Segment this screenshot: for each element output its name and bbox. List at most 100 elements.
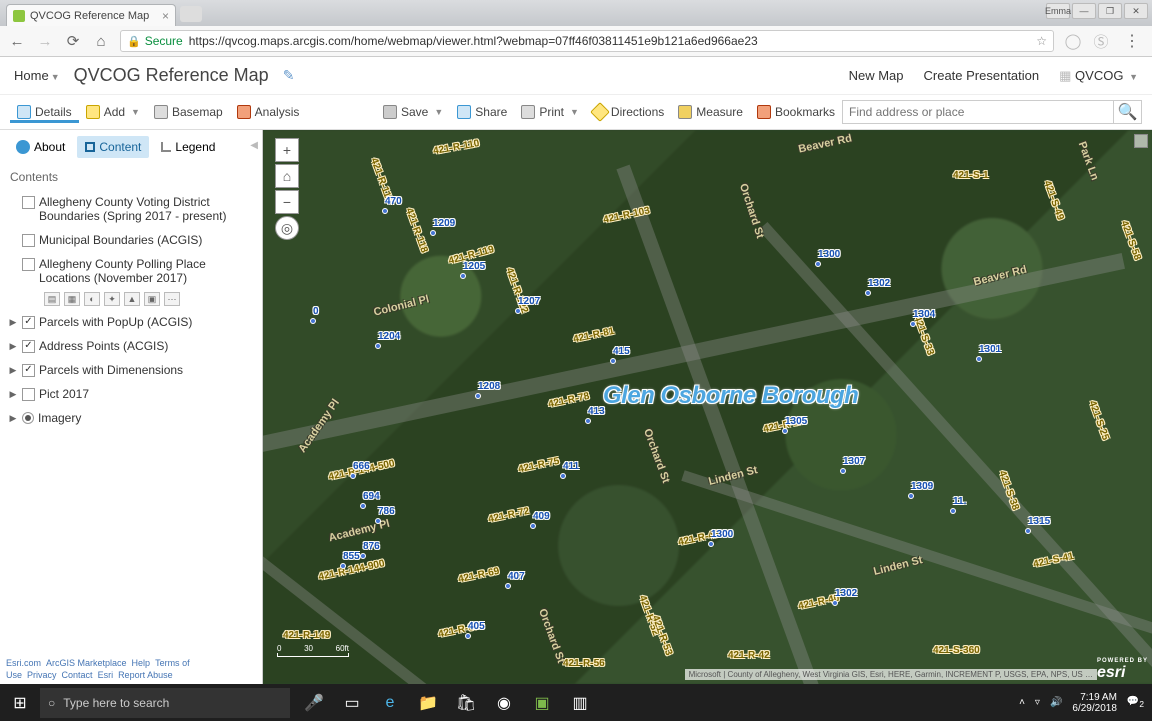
layer-radio[interactable] [22,412,34,424]
layer-item[interactable]: Municipal Boundaries (ACGIS) [6,228,256,252]
address-point[interactable] [382,208,388,214]
address-point[interactable] [976,356,982,362]
layer-checkbox[interactable] [22,196,35,209]
footer-link[interactable]: Esri [98,670,114,680]
user-chip[interactable]: Emma [1046,3,1070,19]
app-icon[interactable]: ▣ [524,684,560,721]
fullscreen-button[interactable] [1134,134,1148,148]
home-link[interactable]: Home▼ [14,67,60,85]
layer-checkbox[interactable] [22,388,35,401]
zoom-out-button[interactable]: − [275,190,299,214]
tool-icon[interactable]: ▣ [144,292,160,306]
address-point[interactable] [610,358,616,364]
analysis-button[interactable]: Analysis [230,101,307,123]
layer-checkbox[interactable] [22,364,35,377]
address-point[interactable] [460,273,466,279]
new-tab-button[interactable] [180,6,202,22]
save-button[interactable]: Save▼ [376,101,450,123]
measure-button[interactable]: Measure [671,101,750,123]
layer-checkbox[interactable] [22,258,35,271]
omnibox[interactable]: 🔒 Secure https://qvcog.maps.arcgis.com/h… [120,30,1054,52]
layer-item[interactable]: ▶ Address Points (ACGIS) [6,334,256,358]
address-point[interactable] [515,308,521,314]
volume-icon[interactable]: 🔊 [1050,697,1062,708]
address-point[interactable] [910,321,916,327]
extension-icon[interactable]: ◯ [1064,32,1082,50]
network-icon[interactable]: ▿ [1035,697,1040,708]
app-icon-2[interactable]: ▥ [562,684,598,721]
address-point[interactable] [908,493,914,499]
default-extent-button[interactable]: ⌂ [275,164,299,188]
address-point[interactable] [505,583,511,589]
address-point[interactable] [832,600,838,606]
expand-icon[interactable]: ▶ [8,411,18,424]
notifications-icon[interactable]: 💬2 [1127,696,1144,709]
browser-menu-button[interactable]: ⋮ [1120,31,1144,51]
task-view-icon[interactable]: ▭ [334,684,370,721]
layer-item[interactable]: Allegheny County Polling Place Locations… [6,252,256,290]
add-button[interactable]: Add▼ [79,101,147,123]
details-button[interactable]: Details [10,101,79,123]
minimize-button[interactable]: — [1072,3,1096,19]
address-point[interactable] [375,518,381,524]
home-button[interactable]: ⌂ [92,32,110,50]
address-point[interactable] [560,473,566,479]
footer-link[interactable]: Help [132,658,151,668]
address-point[interactable] [950,508,956,514]
about-tab[interactable]: About [8,136,73,158]
address-point[interactable] [815,261,821,267]
layer-checkbox[interactable] [22,340,35,353]
store-icon[interactable]: 🛍 [448,684,484,721]
zoom-in-button[interactable]: + [275,138,299,162]
layer-checkbox[interactable] [22,234,35,247]
expand-icon[interactable] [8,233,18,235]
address-point[interactable] [840,468,846,474]
tool-icon[interactable]: ✦ [104,292,120,306]
basemap-button[interactable]: Basemap [147,101,230,123]
legend-tab[interactable]: Legend [153,136,223,158]
browser-tab[interactable]: QVCOG Reference Map × [6,4,176,26]
address-point[interactable] [430,230,436,236]
address-point[interactable] [475,393,481,399]
address-point[interactable] [360,553,366,559]
address-point[interactable] [865,290,871,296]
layer-item[interactable]: Allegheny County Voting District Boundar… [6,190,256,228]
expand-icon[interactable] [8,257,18,259]
layer-item[interactable]: ▶ Parcels with PopUp (ACGIS) [6,310,256,334]
tool-icon[interactable]: ▤ [44,292,60,306]
address-point[interactable] [375,343,381,349]
chrome-icon[interactable]: ◉ [486,684,522,721]
footer-link[interactable]: ArcGIS Marketplace [46,658,127,668]
more-icon[interactable]: ⋯ [164,292,180,306]
reload-button[interactable]: ⟳ [64,32,82,50]
tray-chevron-icon[interactable]: ˄ [1019,697,1025,708]
new-map-link[interactable]: New Map [849,68,904,84]
address-point[interactable] [465,633,471,639]
footer-link[interactable]: Esri.com [6,658,41,668]
tab-close-icon[interactable]: × [162,9,169,23]
layer-checkbox[interactable] [22,316,35,329]
address-point[interactable] [1025,528,1031,534]
clock[interactable]: 7:19 AM6/29/2018 [1072,692,1117,714]
start-button[interactable]: ⊞ [0,684,40,721]
back-button[interactable]: ← [8,32,26,50]
locate-button[interactable]: ◎ [275,216,299,240]
footer-link[interactable]: Report Abuse [118,670,173,680]
search-button[interactable]: 🔍 [1113,100,1141,124]
footer-link[interactable]: Contact [62,670,93,680]
address-point[interactable] [310,318,316,324]
expand-icon[interactable]: ▶ [8,315,18,328]
edge-icon[interactable]: e [372,684,408,721]
taskbar-search[interactable]: ○Type here to search [40,688,290,718]
expand-icon[interactable]: ▶ [8,339,18,352]
bookmarks-button[interactable]: Bookmarks [750,101,842,123]
maximize-button[interactable]: ❐ [1098,3,1122,19]
print-button[interactable]: Print▼ [514,101,586,123]
tool-icon[interactable]: ▦ [64,292,80,306]
collapse-panel-icon[interactable]: ◀ [250,140,258,151]
search-input[interactable] [843,105,1113,119]
address-point[interactable] [782,428,788,434]
expand-icon[interactable] [8,195,18,197]
address-point[interactable] [350,473,356,479]
expand-icon[interactable]: ▶ [8,363,18,376]
